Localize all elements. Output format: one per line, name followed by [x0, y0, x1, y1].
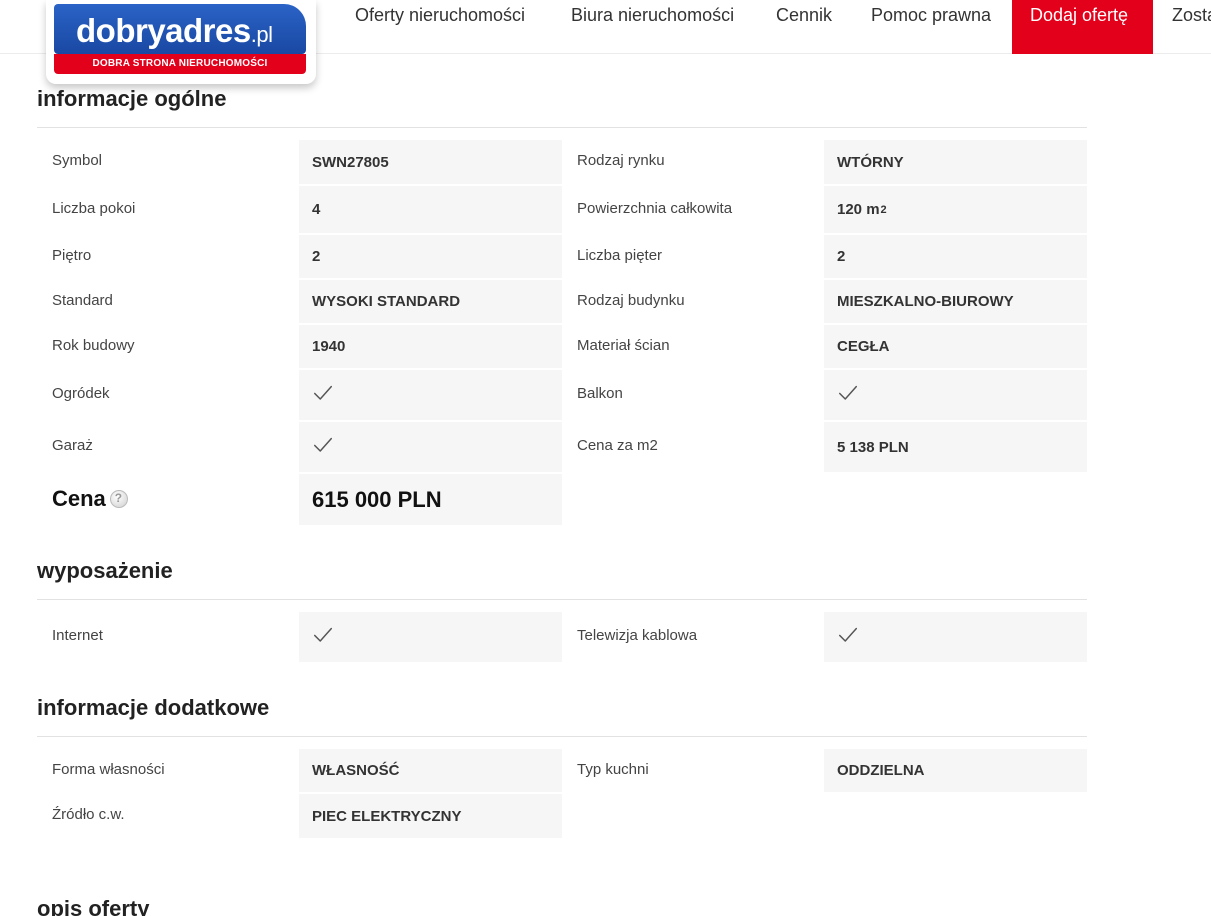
price-label-text: Cena	[52, 486, 106, 511]
field-label: Internet	[52, 627, 103, 644]
logo-tagline: DOBRA STRONA NIERUCHOMOŚCI	[54, 54, 306, 74]
field-value: WYSOKI STANDARD	[299, 280, 562, 323]
field-value-check	[299, 370, 562, 420]
field-value-text: PIEC ELEKTRYCZNY	[312, 807, 462, 825]
price-label: Cena	[52, 486, 128, 512]
field-value-text: WTÓRNY	[837, 153, 904, 171]
logo-blue-panel: dobryadres.pl	[54, 4, 306, 54]
field-value: SWN27805	[299, 140, 562, 184]
section-divider	[37, 127, 1087, 128]
logo-tld: .pl	[250, 22, 273, 47]
field-label: Standard	[52, 291, 113, 309]
nav-item-offers[interactable]: Oferty nieruchomości	[355, 0, 525, 54]
section-title-equipment: wyposażenie	[37, 558, 173, 583]
nav-item-agencies[interactable]: Biura nieruchomości	[571, 0, 734, 54]
field-value-check	[299, 612, 562, 662]
checkmark-icon	[837, 382, 859, 408]
checkmark-icon	[837, 624, 859, 650]
field-value-text: 1940	[312, 338, 346, 355]
section-divider	[37, 736, 1087, 737]
field-value: WŁASNOŚĆ	[299, 749, 562, 792]
nav-item-add-offer[interactable]: Dodaj ofertę	[1012, 0, 1153, 54]
field-value-text: WYSOKI STANDARD	[312, 293, 461, 310]
section-title-additional: informacje dodatkowe	[37, 695, 270, 720]
field-value: MIESZKALNO-BIUROWY	[824, 280, 1087, 323]
logo-name: dobryadres	[76, 12, 251, 49]
field-label: Liczba pięter	[577, 246, 663, 264]
field-value-text: 4	[312, 201, 321, 218]
unit-superscript: 2	[880, 203, 887, 216]
field-label: Źródło c.w.	[52, 806, 125, 823]
field-value-text: CEGŁA	[837, 338, 890, 355]
field-value-text: 2	[312, 248, 321, 265]
field-label: Powierzchnia całkowita	[577, 199, 733, 217]
field-value-text: 2	[837, 248, 846, 265]
field-value: CEGŁA	[824, 325, 1087, 368]
field-value: 5 138 PLN	[824, 422, 1087, 472]
field-value-check	[824, 370, 1087, 420]
field-value-text: 120 m	[837, 201, 880, 218]
section-title-general: informacje ogólne	[37, 86, 227, 111]
field-label: Liczba pokoi	[52, 199, 136, 217]
field-value-check	[824, 612, 1087, 662]
field-label: Materiał ścian	[577, 336, 670, 354]
field-label: Typ kuchni	[577, 760, 649, 778]
field-value: ODDZIELNA	[824, 749, 1087, 792]
field-value: 120 m2	[824, 186, 1087, 233]
section-divider	[37, 599, 1087, 600]
field-value-text: SWN27805	[312, 153, 389, 171]
field-value-text: WŁASNOŚĆ	[312, 762, 400, 779]
field-value: 1940	[299, 325, 562, 368]
field-value-text: MIESZKALNO-BIUROWY	[837, 293, 1014, 310]
field-label: Telewizja kablowa	[577, 627, 698, 644]
logo-wordmark: dobryadres.pl	[76, 12, 273, 50]
field-value-check	[299, 422, 562, 472]
field-value-text: ODDZIELNA	[837, 762, 925, 779]
checkmark-icon	[312, 382, 334, 408]
field-value: PIEC ELEKTRYCZNY	[299, 794, 562, 838]
field-label: Rodzaj rynku	[577, 152, 665, 169]
section-title-description: opis oferty	[37, 896, 150, 916]
nav-item-legal-help[interactable]: Pomoc prawna	[871, 0, 991, 54]
field-label: Symbol	[52, 152, 103, 169]
checkmark-icon	[312, 434, 334, 460]
field-label: Rodzaj budynku	[577, 291, 685, 309]
field-value-text: 5 138 PLN	[837, 438, 909, 456]
field-label: Rok budowy	[52, 336, 135, 354]
site-logo[interactable]: dobryadres.pl DOBRA STRONA NIERUCHOMOŚCI	[46, 0, 316, 84]
price-value: 615 000 PLN	[299, 474, 562, 525]
field-label: Cena za m2	[577, 437, 658, 454]
field-value: 2	[299, 235, 562, 278]
field-label: Garaż	[52, 437, 93, 454]
checkmark-icon	[312, 624, 334, 650]
field-value: WTÓRNY	[824, 140, 1087, 184]
field-label: Piętro	[52, 246, 92, 264]
field-label: Forma własności	[52, 760, 165, 778]
nav-item-pricing[interactable]: Cennik	[776, 0, 832, 54]
field-value: 2	[824, 235, 1087, 278]
field-label: Ogródek	[52, 385, 110, 402]
help-icon[interactable]	[109, 490, 128, 508]
field-value: 4	[299, 186, 562, 233]
field-label: Balkon	[577, 385, 623, 402]
nav-item-become[interactable]: Zosta	[1172, 0, 1211, 54]
